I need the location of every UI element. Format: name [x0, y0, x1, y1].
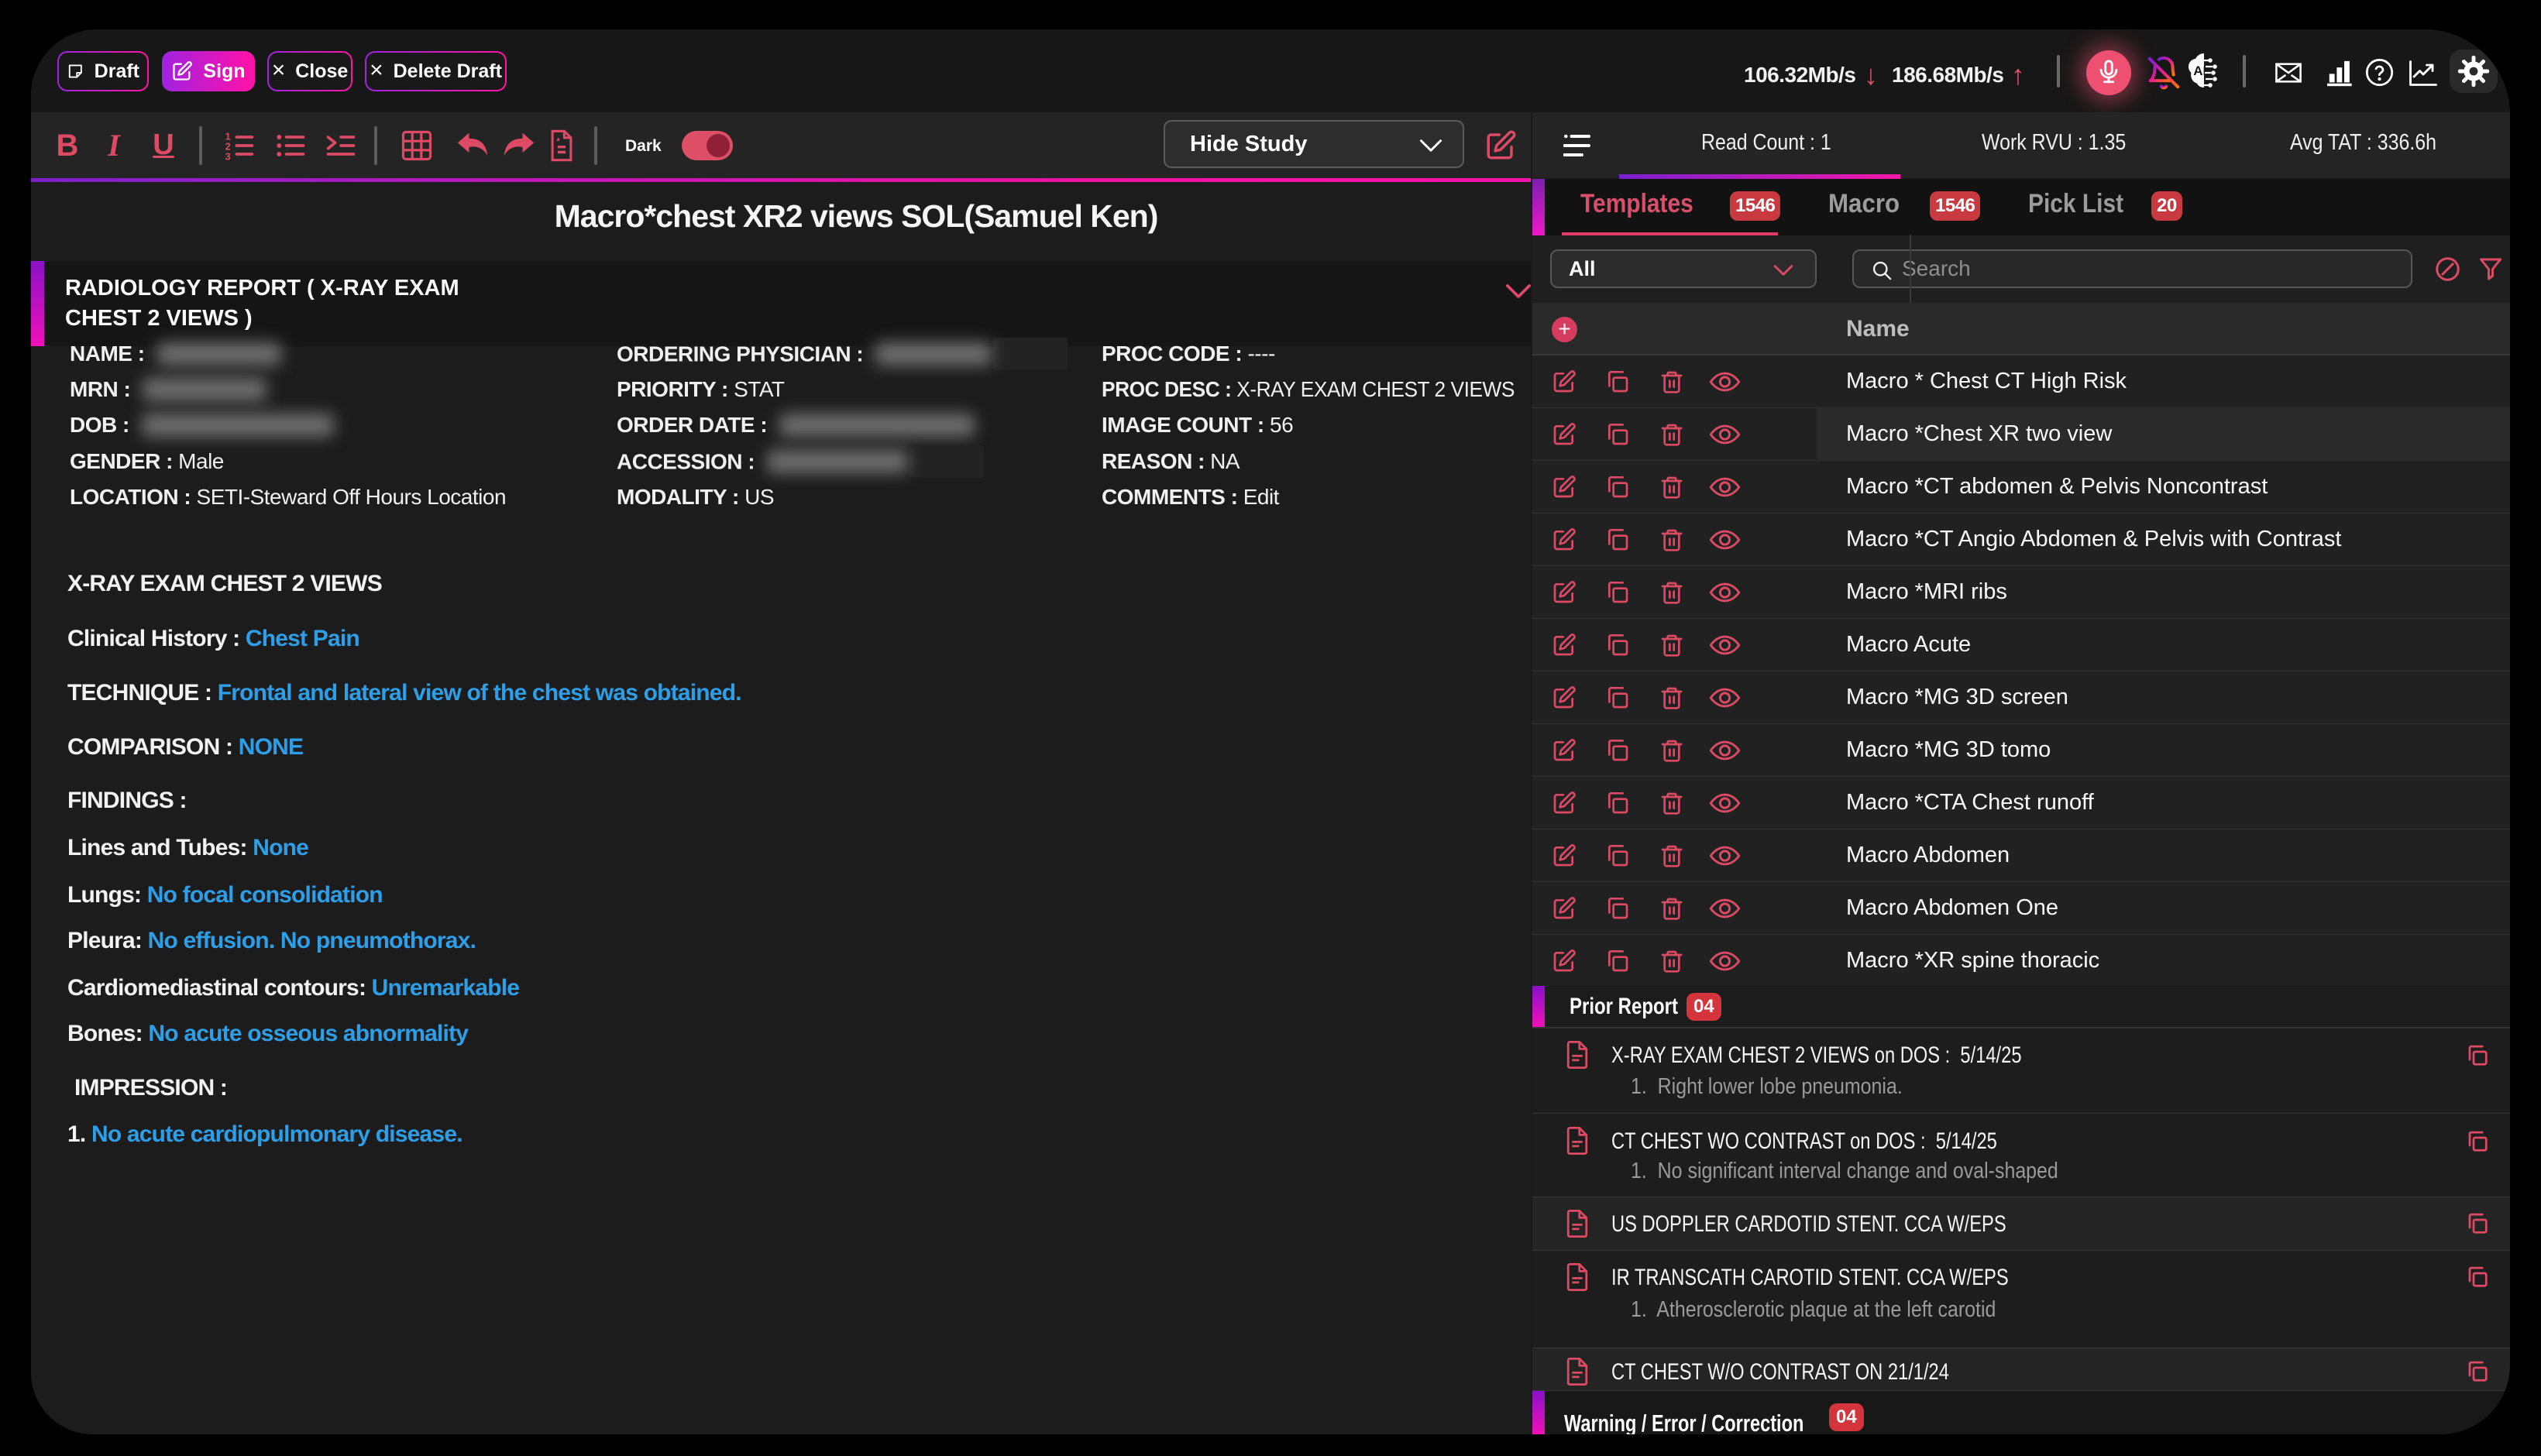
svg-text:3: 3 — [225, 150, 231, 162]
svg-text:*: * — [556, 136, 560, 146]
svg-text:AI: AI — [2193, 64, 2206, 78]
